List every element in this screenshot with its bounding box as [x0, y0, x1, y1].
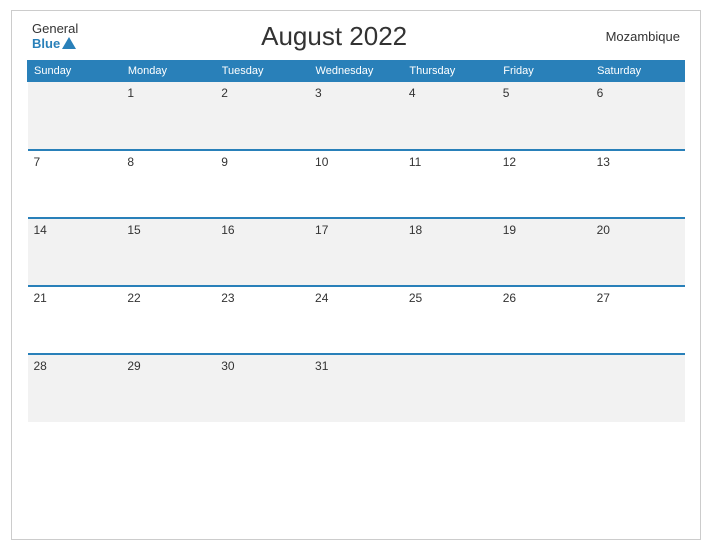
- calendar-grid: Sunday Monday Tuesday Wednesday Thursday…: [27, 60, 685, 422]
- table-row: [403, 354, 497, 422]
- table-row: 25: [403, 286, 497, 354]
- table-row: 2: [215, 82, 309, 150]
- logo-triangle-icon: [62, 37, 76, 49]
- week-row-4: 21 22 23 24 25 26 27: [28, 286, 685, 354]
- table-row: 20: [591, 218, 685, 286]
- table-row: 1: [121, 82, 215, 150]
- table-row: [497, 354, 591, 422]
- calendar-header: General Blue August 2022 Mozambique: [27, 21, 685, 52]
- table-row: [28, 82, 122, 150]
- table-row: 19: [497, 218, 591, 286]
- table-row: 22: [121, 286, 215, 354]
- table-row: 11: [403, 150, 497, 218]
- table-row: 31: [309, 354, 403, 422]
- table-row: [591, 354, 685, 422]
- table-row: 21: [28, 286, 122, 354]
- table-row: 12: [497, 150, 591, 218]
- table-row: 27: [591, 286, 685, 354]
- table-row: 9: [215, 150, 309, 218]
- logo: General Blue: [32, 22, 78, 51]
- week-row-5: 28 29 30 31: [28, 354, 685, 422]
- week-row-3: 14 15 16 17 18 19 20: [28, 218, 685, 286]
- table-row: 15: [121, 218, 215, 286]
- header-wednesday: Wednesday: [309, 61, 403, 82]
- logo-general-text: General: [32, 22, 78, 36]
- table-row: 17: [309, 218, 403, 286]
- country-label: Mozambique: [590, 29, 680, 44]
- header-monday: Monday: [121, 61, 215, 82]
- table-row: 18: [403, 218, 497, 286]
- header-sunday: Sunday: [28, 61, 122, 82]
- weekday-header-row: Sunday Monday Tuesday Wednesday Thursday…: [28, 61, 685, 82]
- header-saturday: Saturday: [591, 61, 685, 82]
- header-tuesday: Tuesday: [215, 61, 309, 82]
- table-row: 6: [591, 82, 685, 150]
- table-row: 24: [309, 286, 403, 354]
- header-thursday: Thursday: [403, 61, 497, 82]
- table-row: 4: [403, 82, 497, 150]
- table-row: 29: [121, 354, 215, 422]
- calendar-container: General Blue August 2022 Mozambique Sund…: [11, 10, 701, 540]
- table-row: 8: [121, 150, 215, 218]
- table-row: 7: [28, 150, 122, 218]
- table-row: 5: [497, 82, 591, 150]
- table-row: 28: [28, 354, 122, 422]
- table-row: 10: [309, 150, 403, 218]
- table-row: 3: [309, 82, 403, 150]
- calendar-title: August 2022: [78, 21, 590, 52]
- week-row-2: 7 8 9 10 11 12 13: [28, 150, 685, 218]
- table-row: 13: [591, 150, 685, 218]
- table-row: 14: [28, 218, 122, 286]
- logo-blue-text: Blue: [32, 37, 76, 51]
- header-friday: Friday: [497, 61, 591, 82]
- table-row: 30: [215, 354, 309, 422]
- table-row: 16: [215, 218, 309, 286]
- week-row-1: 1 2 3 4 5 6: [28, 82, 685, 150]
- table-row: 26: [497, 286, 591, 354]
- table-row: 23: [215, 286, 309, 354]
